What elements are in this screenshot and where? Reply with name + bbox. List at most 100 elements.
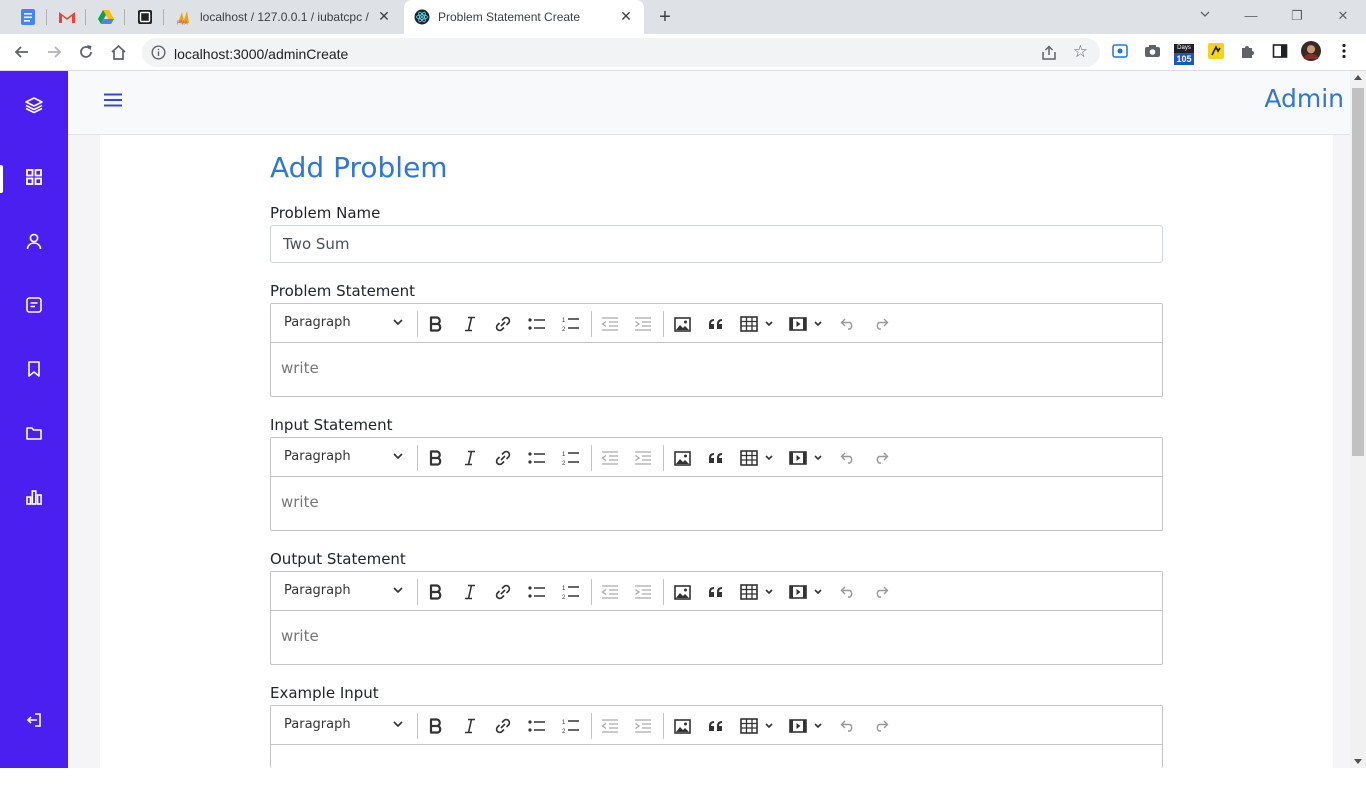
redo-icon[interactable]	[870, 715, 892, 737]
tab-problem-statement-create[interactable]: Problem Statement Create ✕	[404, 0, 644, 34]
menu-toggle-button[interactable]	[102, 91, 124, 113]
bold-icon[interactable]	[425, 313, 447, 335]
numbered-list-icon[interactable]: 12	[560, 715, 582, 737]
undo-icon[interactable]	[837, 447, 859, 469]
gmail-pinned-tab[interactable]	[56, 6, 78, 28]
back-button[interactable]	[10, 40, 34, 64]
italic-icon[interactable]	[459, 447, 481, 469]
redo-icon[interactable]	[870, 313, 892, 335]
sidebar-item-logo[interactable]	[0, 87, 68, 127]
insert-media-dropdown[interactable]	[788, 581, 826, 603]
example-input-content[interactable]	[271, 745, 1162, 798]
extensions-puzzle-icon[interactable]	[1238, 41, 1258, 61]
image-icon[interactable]	[671, 715, 693, 737]
insert-table-dropdown[interactable]	[739, 715, 777, 737]
minimize-button[interactable]: —	[1228, 4, 1274, 28]
admin-user-label[interactable]: Admin	[1264, 84, 1344, 113]
sidebar-item-folders[interactable]	[0, 415, 68, 455]
problem-name-input[interactable]: Two Sum	[270, 225, 1163, 263]
outdent-icon[interactable]	[599, 447, 621, 469]
image-icon[interactable]	[671, 447, 693, 469]
outdent-icon[interactable]	[599, 581, 621, 603]
indent-icon[interactable]	[632, 715, 654, 737]
insert-media-dropdown[interactable]	[788, 447, 826, 469]
bookmark-star-icon[interactable]: ☆	[1073, 43, 1088, 61]
screen-recorder-extension-icon[interactable]	[1110, 41, 1130, 61]
site-info-icon[interactable]	[151, 45, 166, 60]
image-icon[interactable]	[671, 313, 693, 335]
insert-media-dropdown[interactable]	[788, 313, 826, 335]
output-statement-content[interactable]: write	[271, 611, 1162, 664]
heading-dropdown[interactable]: Paragraph	[284, 717, 351, 732]
bulleted-list-icon[interactable]	[526, 581, 548, 603]
numbered-list-icon[interactable]: 12	[560, 313, 582, 335]
restore-button[interactable]: ❐	[1274, 4, 1320, 28]
tab-phpmyadmin[interactable]: PMA localhost / 127.0.0.1 / iubatcpc / ✕	[166, 0, 402, 34]
insert-media-dropdown[interactable]	[788, 715, 826, 737]
block-quote-icon[interactable]	[705, 447, 727, 469]
chevron-down-icon[interactable]	[391, 449, 405, 463]
indent-icon[interactable]	[632, 313, 654, 335]
sidebar-item-logout[interactable]	[0, 702, 68, 742]
bold-icon[interactable]	[425, 581, 447, 603]
bulleted-list-icon[interactable]	[526, 447, 548, 469]
italic-icon[interactable]	[459, 313, 481, 335]
insert-table-dropdown[interactable]	[739, 313, 777, 335]
home-button[interactable]	[106, 40, 130, 64]
numbered-list-icon[interactable]: 12	[560, 581, 582, 603]
bulleted-list-icon[interactable]	[526, 715, 548, 737]
new-tab-button[interactable]: +	[654, 6, 676, 28]
side-panel-icon[interactable]	[1270, 41, 1290, 61]
page-scrollbar[interactable]	[1350, 71, 1366, 768]
close-window-button[interactable]: ✕	[1320, 4, 1366, 28]
codeforces-pinned-tab[interactable]	[134, 6, 156, 28]
sidebar-item-dashboard[interactable]	[0, 159, 68, 199]
close-tab-icon[interactable]: ✕	[618, 8, 634, 24]
italic-icon[interactable]	[459, 715, 481, 737]
close-tab-icon[interactable]: ✕	[376, 8, 392, 24]
reload-button[interactable]	[74, 40, 98, 64]
sidebar-item-users[interactable]	[0, 223, 68, 263]
undo-icon[interactable]	[837, 313, 859, 335]
scrollbar-thumb[interactable]	[1352, 88, 1364, 456]
undo-icon[interactable]	[837, 581, 859, 603]
indent-icon[interactable]	[632, 447, 654, 469]
insert-table-dropdown[interactable]	[739, 447, 777, 469]
undo-icon[interactable]	[837, 715, 859, 737]
outdent-icon[interactable]	[599, 313, 621, 335]
google-docs-pinned-tab[interactable]	[17, 6, 39, 28]
scroll-down-arrow-icon[interactable]	[1354, 759, 1362, 764]
bold-icon[interactable]	[425, 447, 447, 469]
days-counter-extension-icon[interactable]: Days 105	[1173, 42, 1195, 66]
heading-dropdown[interactable]: Paragraph	[284, 449, 351, 464]
italic-icon[interactable]	[459, 581, 481, 603]
outdent-icon[interactable]	[599, 715, 621, 737]
link-icon[interactable]	[492, 715, 514, 737]
block-quote-icon[interactable]	[705, 715, 727, 737]
sidebar-item-bookmarks[interactable]	[0, 351, 68, 391]
sidebar-item-problems[interactable]	[0, 287, 68, 327]
input-statement-content[interactable]: write	[271, 477, 1162, 530]
yellow-extension-icon[interactable]	[1206, 41, 1226, 61]
forward-button[interactable]	[42, 40, 66, 64]
tab-search-icon[interactable]	[1182, 4, 1228, 28]
link-icon[interactable]	[492, 313, 514, 335]
google-drive-pinned-tab[interactable]	[95, 6, 117, 28]
chevron-down-icon[interactable]	[391, 583, 405, 597]
bulleted-list-icon[interactable]	[526, 313, 548, 335]
chevron-down-icon[interactable]	[391, 717, 405, 731]
numbered-list-icon[interactable]: 12	[560, 447, 582, 469]
scroll-up-arrow-icon[interactable]	[1354, 75, 1362, 80]
heading-dropdown[interactable]: Paragraph	[284, 583, 351, 598]
sidebar-item-statistics[interactable]	[0, 479, 68, 519]
problem-statement-content[interactable]: write	[271, 343, 1162, 396]
block-quote-icon[interactable]	[705, 313, 727, 335]
insert-table-dropdown[interactable]	[739, 581, 777, 603]
redo-icon[interactable]	[870, 447, 892, 469]
address-bar[interactable]: localhost:3000/adminCreate ☆	[142, 38, 1100, 67]
link-icon[interactable]	[492, 447, 514, 469]
camera-extension-icon[interactable]	[1142, 41, 1162, 61]
link-icon[interactable]	[492, 581, 514, 603]
browser-menu-icon[interactable]	[1334, 41, 1354, 61]
profile-avatar[interactable]	[1301, 41, 1321, 61]
